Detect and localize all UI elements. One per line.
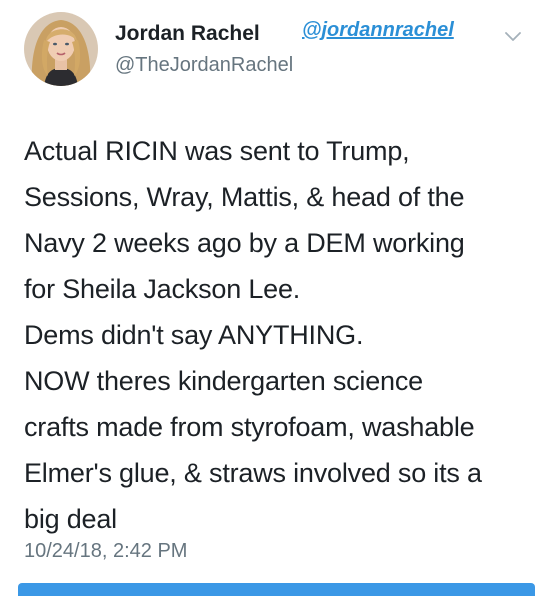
tweet-text-line: Dems didn't say ANYTHING. bbox=[24, 320, 364, 350]
overlay-handle-watermark: @jordannrachel bbox=[302, 19, 454, 41]
tweet-text-line: Elmer's glue, & straws involved so its a bbox=[24, 458, 482, 488]
tweet-text-line: big deal bbox=[24, 504, 117, 534]
chevron-down-icon[interactable] bbox=[504, 30, 522, 42]
username[interactable]: @TheJordanRachel bbox=[115, 54, 293, 77]
tweet-text-line: Actual RICIN was sent to Trump, bbox=[24, 136, 410, 166]
tweet-text-line: crafts made from styrofoam, washable bbox=[24, 412, 475, 442]
tweet-text-line: for Sheila Jackson Lee. bbox=[24, 274, 301, 304]
tweet-card: Jordan Rachel @jordannrachel @TheJordanR… bbox=[0, 0, 540, 596]
display-name[interactable]: Jordan Rachel bbox=[115, 22, 260, 46]
tweet-text-line: NOW theres kindergarten science bbox=[24, 366, 423, 396]
timestamp[interactable]: 10/24/18, 2:42 PM bbox=[24, 540, 187, 563]
tweet-text-line: Navy 2 weeks ago by a DEM working bbox=[24, 228, 465, 258]
tweet-text-line: Sessions, Wray, Mattis, & head of the bbox=[24, 182, 465, 212]
bottom-bar bbox=[18, 583, 535, 596]
profile-photo-icon bbox=[24, 12, 98, 86]
avatar[interactable] bbox=[24, 12, 98, 86]
tweet-text: Actual RICIN was sent to Trump, Sessions… bbox=[24, 128, 529, 542]
